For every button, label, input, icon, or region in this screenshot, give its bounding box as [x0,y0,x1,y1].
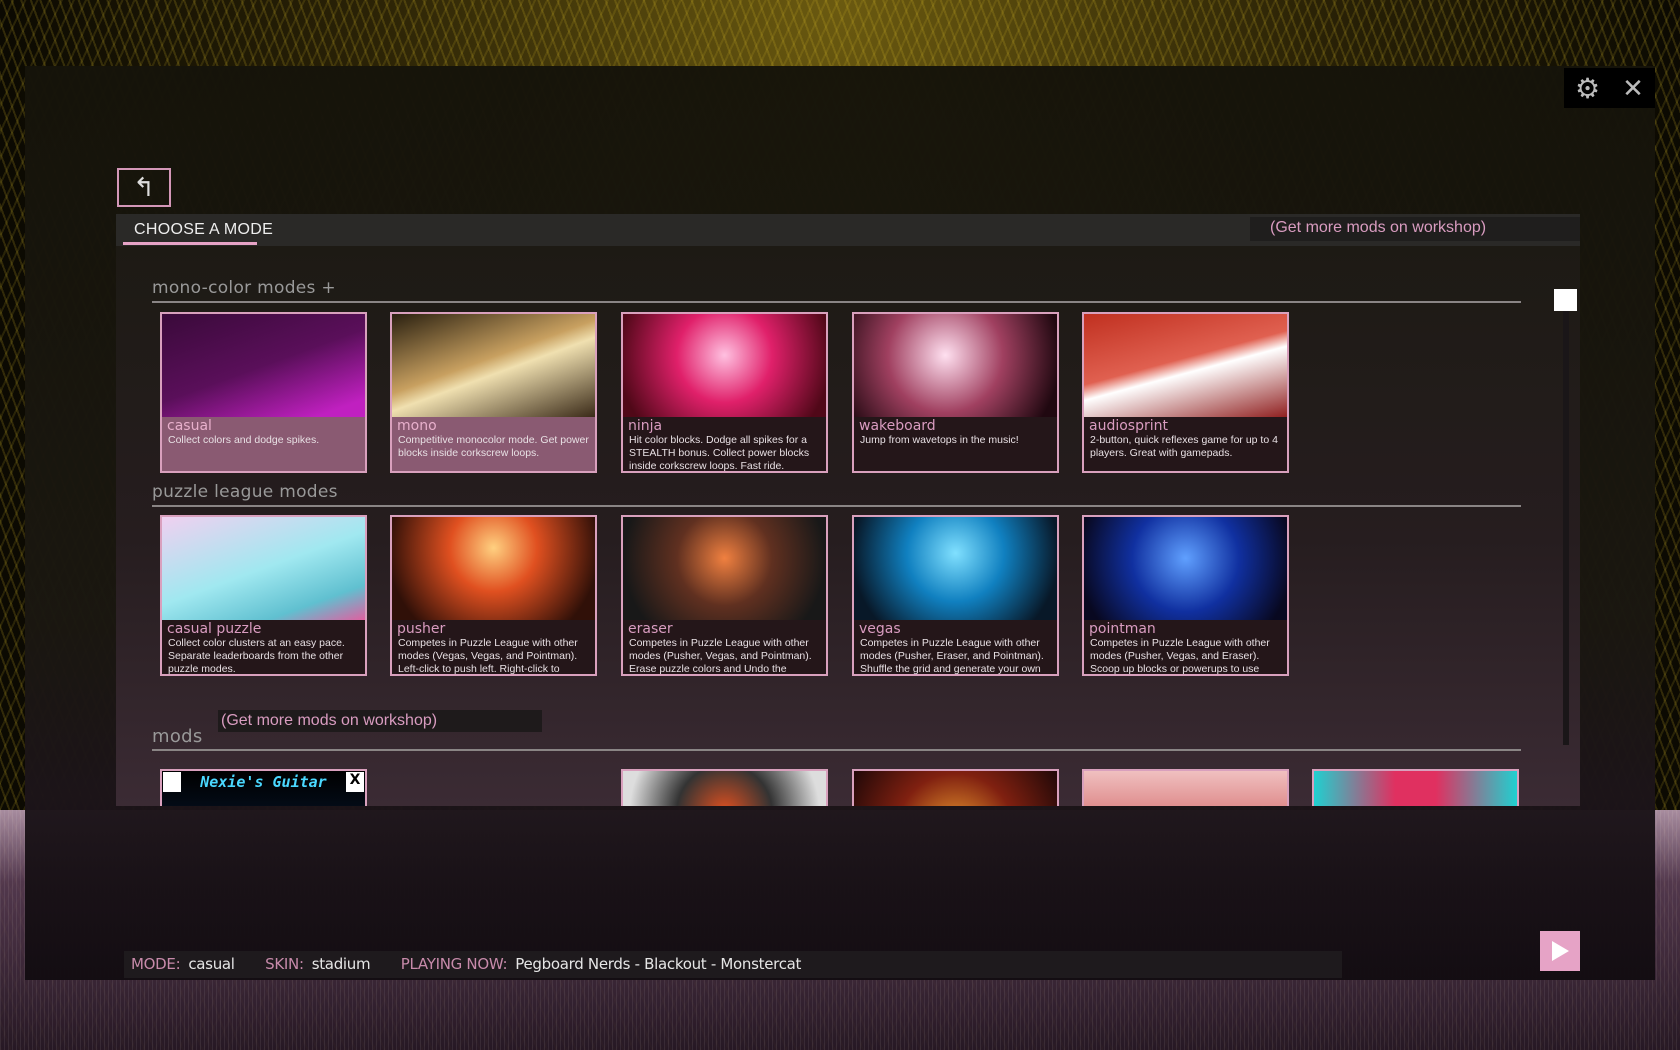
mode-card-wakeboard[interactable]: wakeboard Jump from wavetops in the musi… [852,312,1059,473]
mode-panel: CHOOSE A MODE (Get more mods on workshop… [116,214,1580,806]
mod-card[interactable] [1312,769,1519,806]
mod-card[interactable] [852,769,1059,806]
mode-description: Competitive monocolor mode. Get power bl… [398,434,589,459]
mod-checkbox[interactable] [163,772,181,792]
mode-card-pusher[interactable]: pusher Competes in Puzzle League with ot… [390,515,597,676]
mode-card-pointman[interactable]: pointman Competes in Puzzle League with … [1082,515,1289,676]
mode-value: casual [188,955,235,973]
gear-icon[interactable]: ⚙ [1575,72,1600,105]
section-title-mono: mono-color modes + [152,278,336,298]
mode-thumbnail [854,314,1057,417]
mode-thumbnail [1084,517,1287,620]
scrollbar-track[interactable] [1563,309,1569,745]
mode-description: 2-button, quick reflexes game for up to … [1090,434,1278,459]
section-title-mods: mods [152,726,203,747]
mode-card-eraser[interactable]: eraser Competes in Puzzle League with ot… [621,515,828,676]
mode-name: vegas [859,621,901,637]
window-controls: ⚙ ✕ [1564,68,1655,108]
divider [152,505,1521,507]
mode-thumbnail [162,517,365,620]
mode-name: audiosprint [1089,418,1168,434]
scrollbar-thumb[interactable] [1554,289,1577,311]
section-title-puzzle: puzzle league modes [152,482,338,502]
mode-thumbnail [623,314,826,417]
mode-thumbnail [392,314,595,417]
divider [152,301,1521,303]
mod-card[interactable] [1082,769,1289,806]
playing-label: PLAYING NOW: [400,955,508,973]
mod-title: Nexie's Guitar [200,773,327,791]
panel-header: CHOOSE A MODE (Get more mods on workshop… [116,214,1580,246]
mode-name: ninja [628,418,663,434]
mods-workshop-link[interactable]: (Get more mods on workshop) [218,710,542,732]
mode-name: pointman [1089,621,1156,637]
mode-thumbnail [1084,314,1287,417]
status-bar: MODE: casual SKIN: stadium PLAYING NOW: Peg… [124,951,1342,978]
mode-card-casual-puzzle[interactable]: casual puzzle Collect color clusters at … [160,515,367,676]
playing-value: Pegboard Nerds - Blackout - Monstercat [515,955,802,973]
mode-description: Collect color clusters at an easy pace. … [168,637,345,675]
mode-description: Competes in Puzzle League with other mod… [860,637,1044,675]
mod-remove-button[interactable]: X [346,772,364,792]
mod-thumbnail [854,771,1057,806]
mode-card-casual[interactable]: casual Collect colors and dodge spikes. [160,312,367,473]
mode-thumbnail [162,314,365,417]
mode-name: casual [167,418,212,434]
mode-description: Hit color blocks. Dodge all spikes for a… [629,434,810,472]
mode-label: MODE: [131,955,181,973]
mode-thumbnail [623,517,826,620]
mode-name: pusher [397,621,446,637]
mode-description: Collect colors and dodge spikes. [168,434,320,446]
page-title: CHOOSE A MODE [134,221,274,238]
mod-thumbnail [623,771,826,806]
play-button[interactable] [1540,931,1580,971]
mode-card-mono[interactable]: mono Competitive monocolor mode. Get pow… [390,312,597,473]
mode-description: Competes in Puzzle League with other mod… [398,637,578,675]
mod-card[interactable] [621,769,828,806]
mode-name: eraser [628,621,673,637]
back-arrow-icon: ↰ [133,172,155,202]
mode-name: wakeboard [859,418,936,434]
scrollbar[interactable] [1554,289,1577,745]
mode-name: mono [397,418,437,434]
back-button[interactable]: ↰ [117,168,171,207]
title-underline [123,242,257,245]
mode-name: casual puzzle [167,621,262,637]
divider [152,749,1521,751]
mode-card-ninja[interactable]: ninja Hit color blocks. Dodge all spikes… [621,312,828,473]
close-icon[interactable]: ✕ [1622,73,1644,104]
mod-thumbnail [1084,771,1287,806]
mode-description: Competes in Puzzle League with other mod… [1090,637,1270,675]
skin-value: stadium [311,955,371,973]
mode-thumbnail [392,517,595,620]
mod-card[interactable]: Nexie's Guitar X [160,769,367,806]
mod-thumbnail [1314,771,1517,806]
mode-card-vegas[interactable]: vegas Competes in Puzzle League with oth… [852,515,1059,676]
skin-label: SKIN: [265,955,304,973]
mode-description: Jump from wavetops in the music! [860,434,1019,446]
mode-description: Competes in Puzzle League with other mod… [629,637,812,675]
workshop-link[interactable]: (Get more mods on workshop) [1250,217,1580,241]
play-icon [1552,941,1569,961]
mode-card-audiosprint[interactable]: audiosprint 2-button, quick reflexes gam… [1082,312,1289,473]
mode-thumbnail [854,517,1057,620]
